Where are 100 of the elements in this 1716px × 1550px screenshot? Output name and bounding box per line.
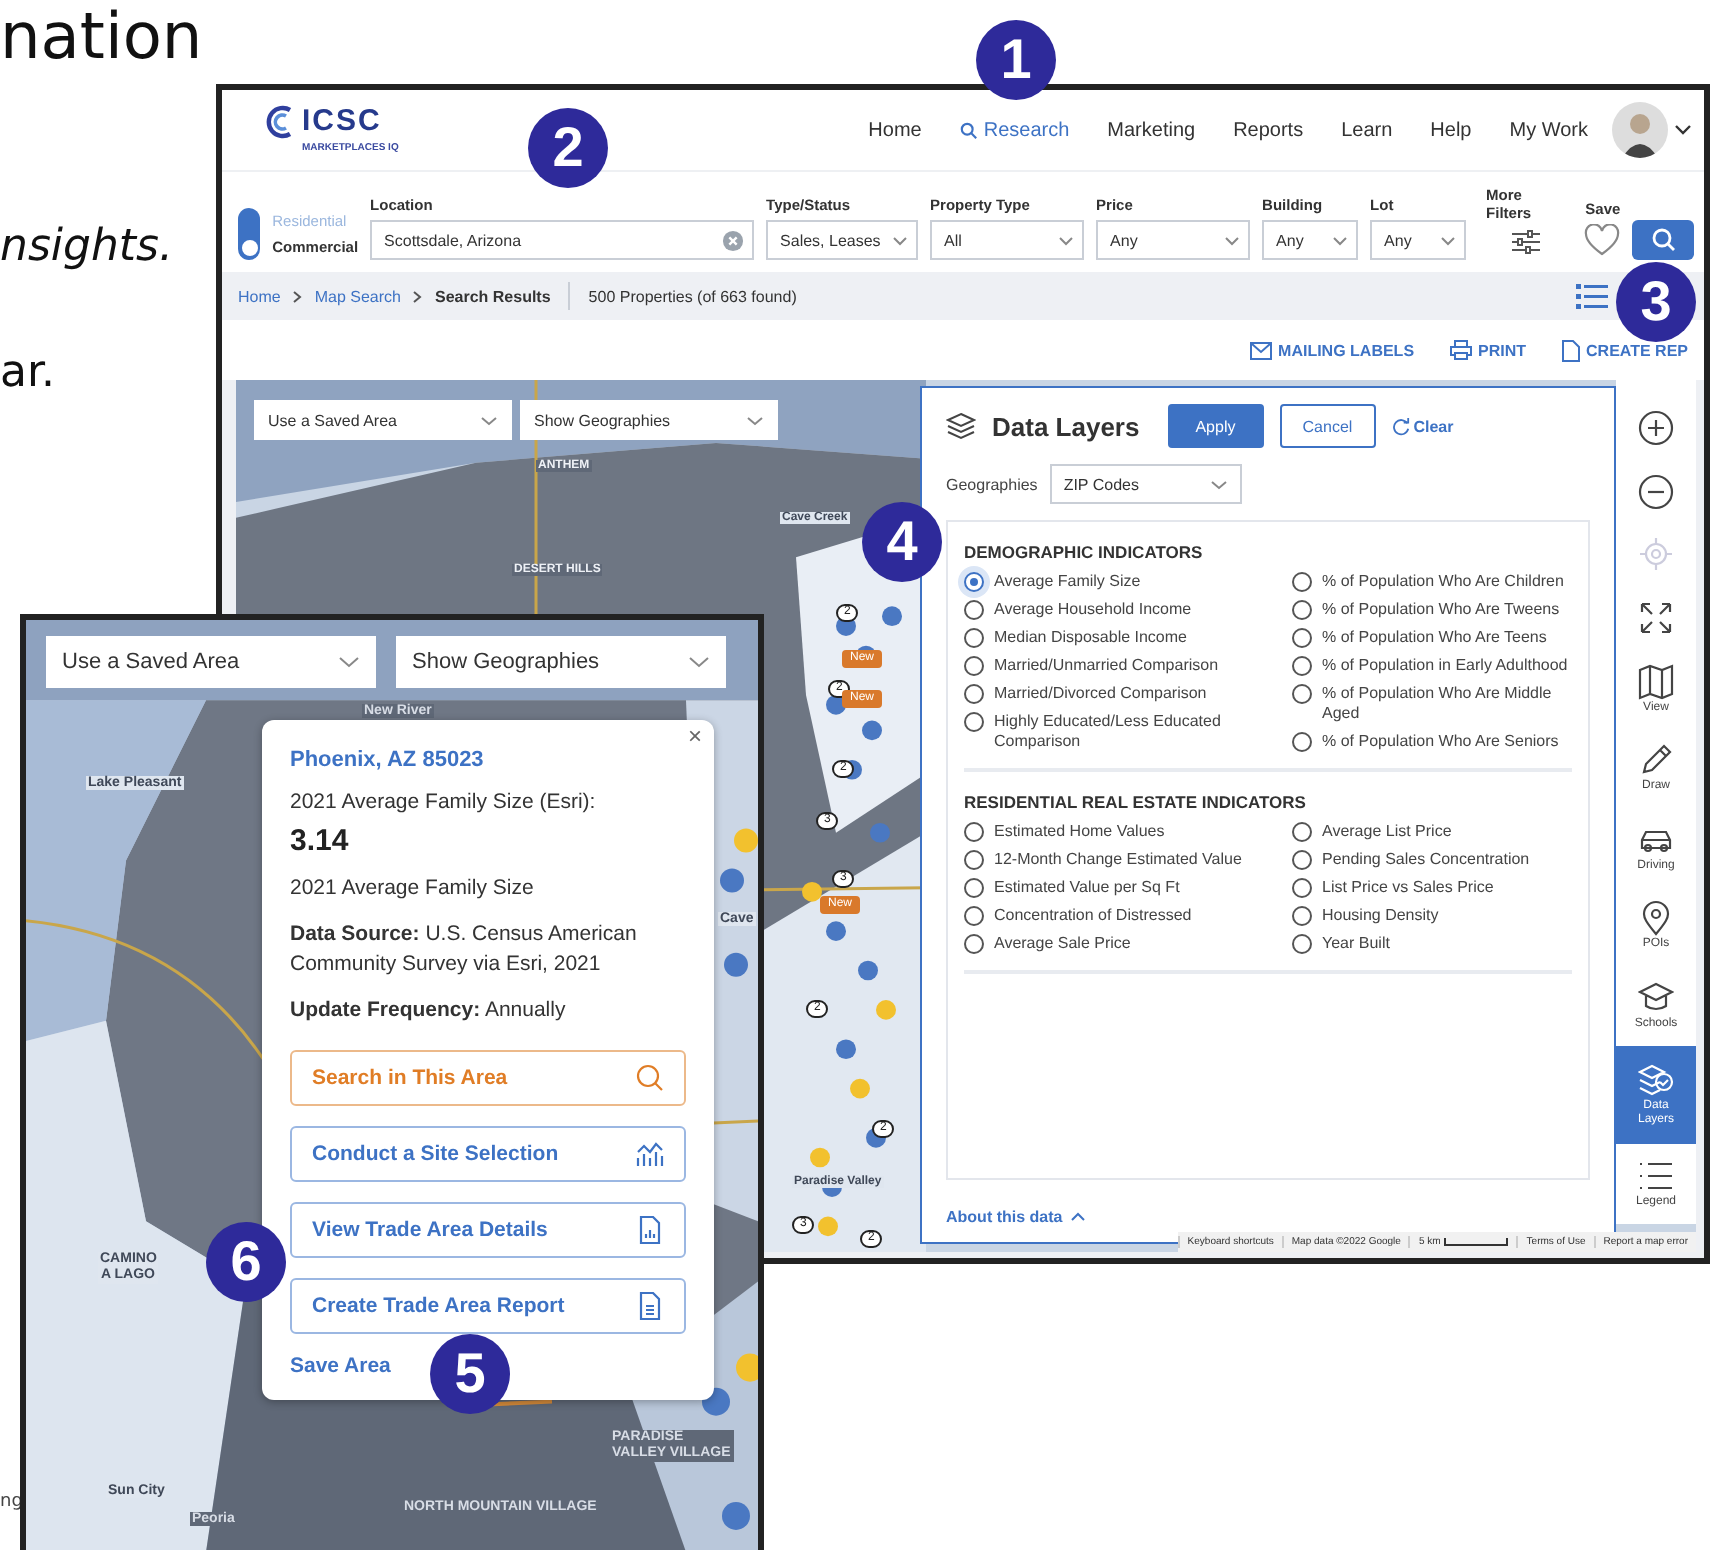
document-text: nsights.	[0, 222, 174, 272]
toolbar-link[interactable]: CREATE REP	[1562, 339, 1688, 361]
zoom-out-icon[interactable]	[1638, 473, 1674, 510]
radio-option[interactable]: 12-Month Change Estimated Value	[964, 850, 1242, 870]
search-icon[interactable]	[1651, 228, 1676, 252]
radio-option[interactable]: Year Built	[1292, 934, 1390, 954]
radio-option[interactable]: % of Population Who Are Teens	[1292, 628, 1547, 648]
radio-option[interactable]: Estimated Value per Sq Ft	[964, 878, 1180, 898]
heart-icon[interactable]	[1584, 224, 1621, 256]
document-icon[interactable]	[1562, 339, 1581, 361]
metric-label: 2021 Average Family Size (Esri):	[290, 788, 598, 818]
radio-option[interactable]: % of Population Who Are Seniors	[1292, 732, 1559, 752]
document-icon[interactable]	[636, 1292, 664, 1320]
filter-dropdown[interactable]: Sales, Leases	[766, 220, 919, 260]
radio-option[interactable]: Average Household Income	[964, 600, 1192, 620]
breadcrumb-item[interactable]: Map Search	[314, 287, 401, 305]
clear-button[interactable]: Clear	[1391, 417, 1454, 435]
avatar[interactable]	[1612, 102, 1668, 158]
radio-option[interactable]: Concentration of Distressed	[964, 906, 1192, 926]
save-area-link[interactable]: Save Area	[290, 1354, 391, 1378]
envelope-icon[interactable]	[1250, 340, 1273, 360]
radio-option[interactable]: Average Sale Price	[964, 934, 1131, 954]
chevron-right-icon	[412, 289, 423, 303]
metric-value: 3.14	[290, 824, 351, 858]
nav-link[interactable]: Help	[1430, 119, 1472, 141]
radio-option[interactable]: % of Population Who Are Children	[1292, 572, 1564, 592]
toolbar-link[interactable]: PRINT	[1450, 340, 1527, 360]
search-button[interactable]	[1632, 220, 1694, 260]
radio-option[interactable]: % of Population Who Are Tweens	[1292, 600, 1560, 620]
layers-icon[interactable]	[1638, 1062, 1674, 1099]
radio-option[interactable]: Highly Educated/Less Educated Comparison	[964, 712, 1250, 752]
location-field[interactable]: Scottsdale, Arizona	[370, 220, 755, 260]
result-count: 500 Properties (of 663 found)	[588, 287, 797, 305]
map-dropdown[interactable]: Show Geographies	[396, 636, 726, 688]
expand-icon[interactable]	[1638, 599, 1674, 636]
sliders-icon[interactable]	[1509, 228, 1542, 256]
nav-link[interactable]: Research	[959, 119, 1070, 141]
step-number-badge: 1	[976, 20, 1056, 100]
list-view-icon[interactable]	[1576, 283, 1608, 309]
printer-icon[interactable]	[1450, 340, 1473, 360]
search-icon[interactable]	[959, 121, 978, 139]
nav-link[interactable]: Reports	[1233, 119, 1304, 141]
filter-dropdown[interactable]: All	[930, 220, 1085, 260]
refresh-icon[interactable]	[1391, 417, 1410, 435]
radio-option[interactable]: Average List Price	[1292, 822, 1452, 842]
section-heading: DEMOGRAPHIC INDICATORS	[964, 542, 1205, 562]
chevron-down-icon[interactable]	[1674, 124, 1692, 136]
popup-action-button[interactable]: Conduct a Site Selection	[290, 1126, 686, 1182]
chevron-up-icon[interactable]	[1070, 1212, 1087, 1222]
panel-title: Data Layers	[992, 411, 1140, 441]
legend-icon[interactable]	[1638, 1158, 1674, 1195]
radio-option[interactable]: Married/Divorced Comparison	[964, 684, 1207, 704]
view-icon[interactable]	[1638, 663, 1674, 700]
map-dropdown[interactable]: Use a Saved Area	[46, 636, 376, 688]
field-label: Geographies	[946, 475, 1038, 493]
radio-option[interactable]: Married/Unmarried Comparison	[964, 656, 1219, 676]
radio-option[interactable]: List Price vs Sales Price	[1292, 878, 1494, 898]
breadcrumb-item[interactable]: Search Results	[434, 287, 551, 305]
nav-link[interactable]: Home	[868, 119, 922, 141]
radio-option[interactable]: % of Population in Early Adulthood	[1292, 656, 1568, 676]
data-source-text: Data Source: U.S. Census American Community Survey via Esri, 2021	[290, 920, 639, 980]
map-dropdown[interactable]: Show Geographies	[520, 400, 778, 440]
popup-action-button[interactable]: View Trade Area Details	[290, 1202, 686, 1258]
radio-option[interactable]: Pending Sales Concentration	[1292, 850, 1530, 870]
breadcrumb-item[interactable]: Home	[238, 287, 281, 305]
area-title[interactable]: Phoenix, AZ 85023	[290, 748, 686, 772]
toolbar-link[interactable]: MAILING LABELS	[1250, 340, 1415, 360]
draw-icon[interactable]	[1638, 742, 1674, 779]
metric-subtitle: 2021 Average Family Size	[290, 874, 536, 904]
logo-wordmark: ICSC	[302, 106, 384, 138]
geographies-dropdown[interactable]: ZIP Codes	[1049, 464, 1242, 504]
popup-action-button[interactable]: Create Trade Area Report	[290, 1278, 686, 1334]
nav-link[interactable]: Marketing	[1107, 119, 1196, 141]
filter-dropdown[interactable]: Any	[1262, 220, 1359, 260]
filter-dropdown[interactable]: Any	[1370, 220, 1467, 260]
nav-link[interactable]: My Work	[1509, 119, 1588, 141]
radio-option[interactable]: Estimated Home Values	[964, 822, 1165, 842]
document-text: nation	[0, 0, 203, 72]
mode-toggle[interactable]	[238, 208, 261, 260]
chevron-right-icon	[292, 289, 303, 303]
pois-icon[interactable]	[1638, 900, 1674, 937]
radio-option[interactable]: Housing Density	[1292, 906, 1439, 926]
cancel-button[interactable]: Cancel	[1279, 404, 1376, 448]
radio-option[interactable]: Average Family Size	[964, 572, 1141, 592]
about-data-link[interactable]: About this data	[946, 1208, 1590, 1226]
document-text: ar.	[0, 348, 55, 398]
chart-icon[interactable]	[636, 1140, 664, 1168]
apply-button[interactable]: Apply	[1167, 404, 1264, 448]
radio-option[interactable]: % of Population Who Are Middle Aged	[1292, 684, 1572, 724]
filter-dropdown[interactable]: Any	[1096, 220, 1251, 260]
layers-icon	[946, 412, 976, 440]
clear-icon[interactable]	[722, 229, 745, 251]
zoom-in-icon[interactable]	[1638, 409, 1674, 446]
close-button[interactable]: ×	[683, 722, 706, 750]
search-icon[interactable]	[636, 1064, 664, 1092]
nav-link[interactable]: Learn	[1341, 119, 1393, 141]
section-heading: RESIDENTIAL REAL ESTATE INDICATORS	[964, 792, 1308, 812]
map-dropdown[interactable]: Use a Saved Area	[254, 400, 512, 440]
radio-option[interactable]: Median Disposable Income	[964, 628, 1187, 648]
document-chart-icon[interactable]	[636, 1216, 664, 1244]
